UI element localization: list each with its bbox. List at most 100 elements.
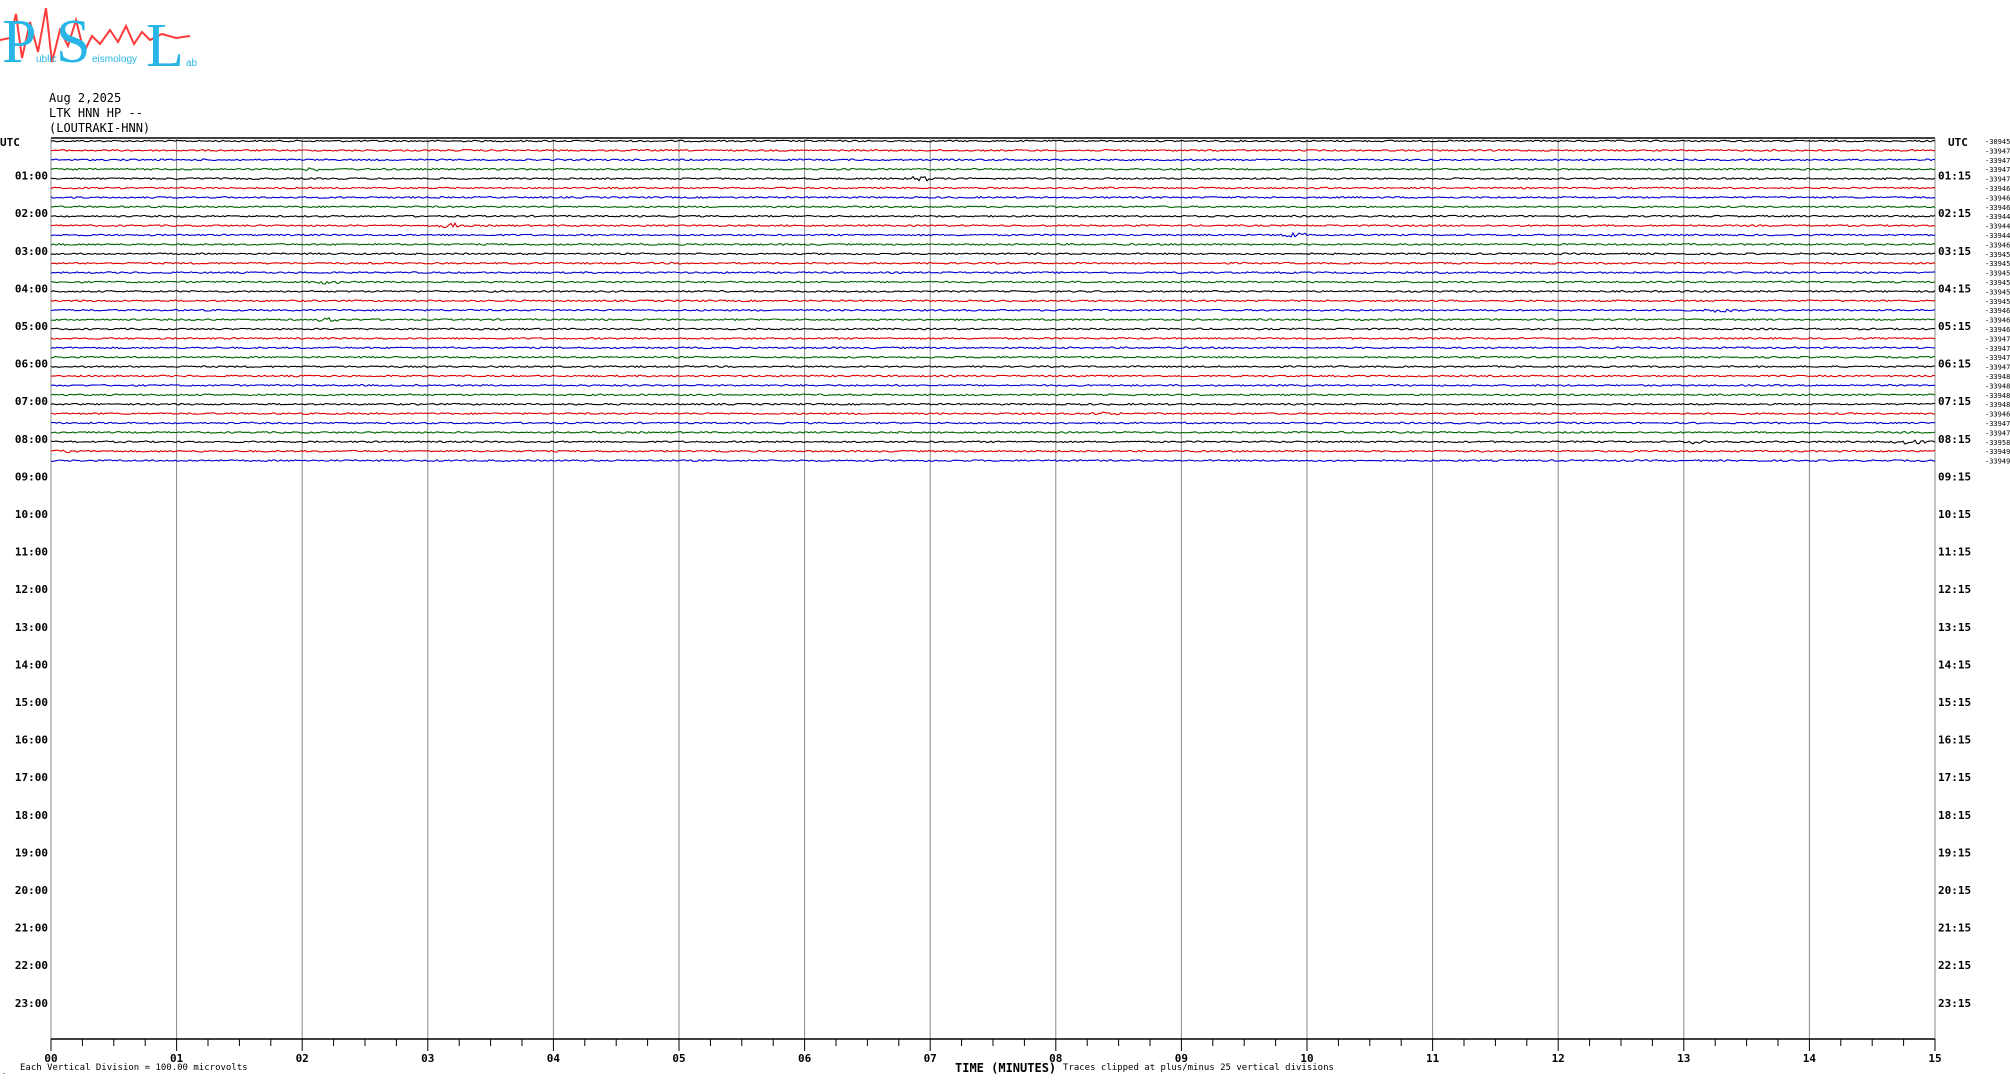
trace-line [50,393,1936,397]
right-hour-label: 02:15 [1938,207,1971,220]
right-hour-label: 11:15 [1938,546,1971,559]
right-hour-label: 01:15 [1938,170,1971,183]
trace-offset-label: -33948 [1985,392,2010,400]
left-hour-label: 10:00 [15,508,48,521]
trace-line [50,439,1936,445]
right-hour-label: 10:15 [1938,508,1971,521]
trace-line [51,459,1936,463]
trace-line [50,289,1936,293]
trace-line [50,402,1936,406]
left-hour-label: 12:00 [15,583,48,596]
trace-line [50,316,1936,322]
x-tick-label-15: 15 [1928,1052,1941,1065]
x-tick-label-05: 05 [672,1052,685,1065]
x-tick-label-12: 12 [1552,1052,1565,1065]
left-hour-label: 14:00 [15,658,48,671]
right-hour-label: 23:15 [1938,997,1971,1010]
trace-line [50,214,1936,218]
trace-offset-label: -33947 [1985,157,2010,165]
trace-offset-label: -33946 [1985,241,2010,249]
trace-line [50,327,1936,331]
right-hour-label: 15:15 [1938,696,1971,709]
right-hour-label: 18:15 [1938,809,1971,822]
trace-line [50,355,1936,359]
trace-offset-label: -33946 [1985,411,2010,419]
trace-offset-label: -33944 [1985,232,2010,240]
trace-offset-label: -33947 [1985,364,2010,372]
trace-offset-label: -33948 [1985,382,2010,390]
trace-offset-label: -33944 [1985,223,2010,231]
left-hour-label: 20:00 [15,884,48,897]
left-hour-label: 04:00 [15,282,48,295]
right-hour-label: 21:15 [1938,922,1971,935]
trace-offset-label: -33949 [1985,458,2010,466]
vertical-division-note: Each Vertical Division = 100.00 microvol… [20,1063,248,1073]
trace-offset-label: -33947 [1985,420,2010,428]
left-hour-label: 22:00 [15,959,48,972]
x-axis-label: TIME (MINUTES) [955,1061,1057,1075]
trace-offset-label: -33947 [1985,345,2010,353]
trace-line [51,421,1936,425]
x-tick-label-14: 14 [1803,1052,1817,1065]
trace-line [50,430,1936,434]
trace-offset-label: -33946 [1985,204,2010,212]
trace-line [50,252,1936,256]
trace-line [50,148,1936,152]
trace-line [50,261,1936,265]
trace-offset-label: -33946 [1985,185,2010,193]
left-hour-label: 05:00 [15,320,48,333]
trace-offset-label: -33948 [1985,373,2010,381]
trace-line [50,231,1936,238]
right-hour-label: 14:15 [1938,658,1971,671]
x-tick-label-03: 03 [421,1052,434,1065]
trace-line [50,175,1936,182]
trace-offset-label: -33946 [1985,307,2010,315]
trace-offset-label: -33947 [1985,147,2010,155]
right-hour-label: 06:15 [1938,358,1971,371]
x-tick-label-06: 06 [798,1052,812,1065]
trace-line [50,299,1936,303]
trace-offset-label: -33949 [1985,448,2010,456]
trace-offset-label: -33947 [1985,335,2010,343]
trace-line [50,374,1936,378]
right-hour-label: 19:15 [1938,846,1971,859]
left-hour-label: 07:00 [15,395,48,408]
x-tick-label-13: 13 [1677,1052,1690,1065]
trace-line [50,158,1936,162]
trace-offset-label: -33947 [1985,429,2010,437]
helicorder-plot: 00 01 02 03 04 05 06 07 08 09 10 11 12 13 14 15UTC UTC01… [0,136,2010,1065]
trace-offset-label: -33947 [1985,176,2010,184]
left-hour-label: 01:00 [15,170,48,183]
left-hour-label: 09:00 [15,470,48,483]
left-hour-label: 08:00 [15,433,48,446]
trace-line [50,449,1936,454]
right-hour-label: 08:15 [1938,433,1971,446]
left-hour-label: 21:00 [15,922,48,935]
right-hour-label: 22:15 [1938,959,1971,972]
trace-offset-label: -33945 [1985,288,2010,296]
x-tick-label-04: 04 [547,1052,561,1065]
trace-line [50,139,1936,143]
right-hour-label: 16:15 [1938,734,1971,747]
trace-offset-label: -33946 [1985,326,2010,334]
right-hour-label: 20:15 [1938,884,1971,897]
trace-line [50,346,1936,350]
trace-line [50,280,1936,285]
trace-offset-label: -33946 [1985,194,2010,202]
left-hour-label: 13:00 [15,621,48,634]
trace-offset-label: -33946 [1985,317,2010,325]
left-hour-label: 18:00 [15,809,48,822]
right-hour-label: 13:15 [1938,621,1971,634]
x-tick-label-07: 07 [924,1052,937,1065]
trace-line [50,167,1936,172]
left-hour-label: 23:00 [15,997,48,1010]
left-hour-label: 19:00 [15,846,48,859]
trace-offset-label: -33945 [1985,279,2010,287]
trace-line [50,411,1935,416]
right-hour-label: 04:15 [1938,282,1971,295]
trace-line [50,242,1936,246]
right-hour-label: 05:15 [1938,320,1971,333]
right-hour-label: 12:15 [1938,583,1971,596]
left-hour-label: 02:00 [15,207,48,220]
trace-offset-label: -33945 [1985,251,2010,259]
